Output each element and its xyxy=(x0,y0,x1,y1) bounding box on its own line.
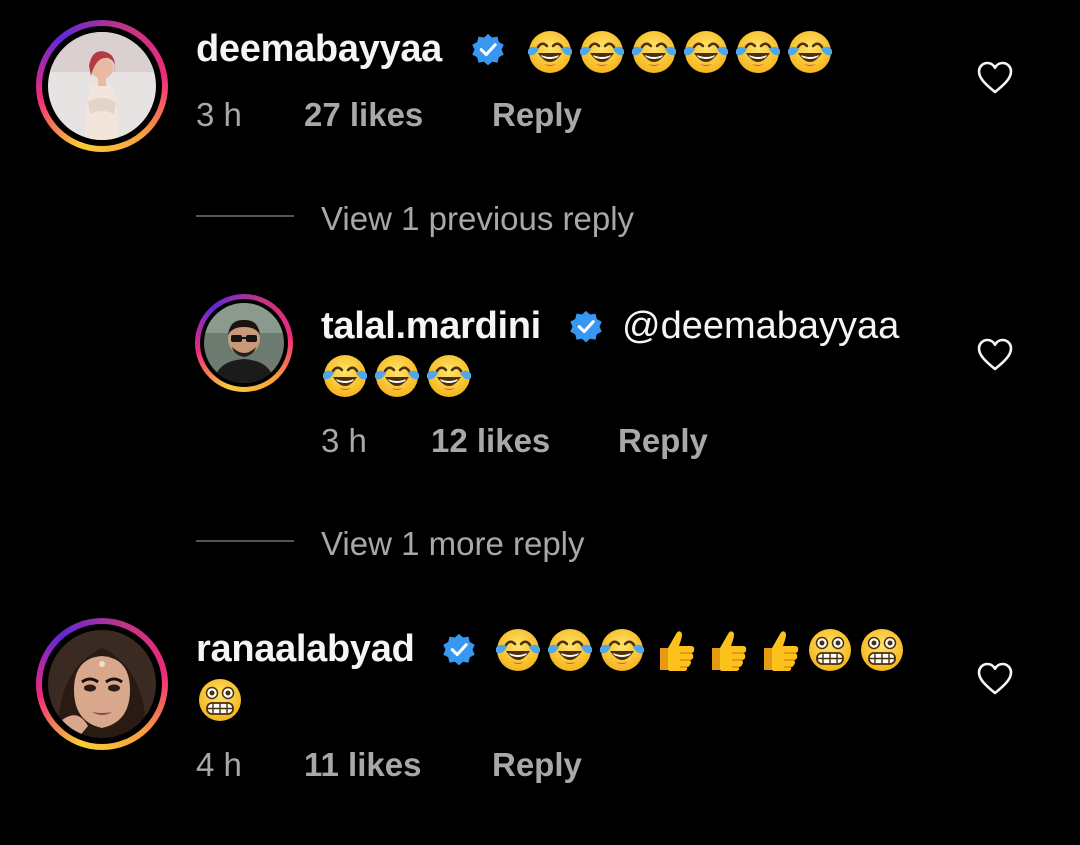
avatar[interactable] xyxy=(48,32,156,140)
reply-button[interactable]: Reply xyxy=(492,96,582,134)
face-with-tears-of-joy-icon xyxy=(734,28,782,76)
comment-timestamp: 3 h xyxy=(321,422,367,459)
thumbs-up-icon xyxy=(754,626,802,674)
thread-divider xyxy=(196,540,294,542)
comment-emoji-text xyxy=(494,626,906,674)
comment-likes-count[interactable]: 11 likes xyxy=(304,746,421,784)
comment-timestamp: 4 h xyxy=(196,746,242,783)
face-with-tears-of-joy-icon xyxy=(630,28,678,76)
verified-badge-icon xyxy=(441,633,477,669)
like-heart-icon[interactable] xyxy=(977,61,1013,95)
comment-username[interactable]: deemabayyaa xyxy=(196,28,442,71)
face-with-tears-of-joy-icon xyxy=(425,352,473,400)
thread-divider xyxy=(196,215,294,217)
face-with-tears-of-joy-icon xyxy=(526,28,574,76)
comment-emoji-text-wrap xyxy=(196,676,244,724)
view-previous-reply-link[interactable]: View 1 previous reply xyxy=(321,200,634,238)
avatar[interactable] xyxy=(48,630,156,738)
comment-likes-count[interactable]: 27 likes xyxy=(304,96,423,134)
grimacing-face-icon xyxy=(858,626,906,674)
comment-username[interactable]: ranaalabyad xyxy=(196,628,415,671)
avatar[interactable] xyxy=(204,303,284,383)
like-heart-icon[interactable] xyxy=(977,338,1013,372)
comment-emoji-text xyxy=(526,28,834,76)
face-with-tears-of-joy-icon xyxy=(373,352,421,400)
mention-link[interactable]: @deemabayyaa xyxy=(622,305,899,348)
face-with-tears-of-joy-icon xyxy=(598,626,646,674)
reply-button[interactable]: Reply xyxy=(618,422,708,460)
comment-username[interactable]: talal.mardini xyxy=(321,305,541,348)
grimacing-face-icon xyxy=(806,626,854,674)
thumbs-up-icon xyxy=(650,626,698,674)
reply-button[interactable]: Reply xyxy=(492,746,582,784)
like-heart-icon[interactable] xyxy=(977,662,1013,696)
face-with-tears-of-joy-icon xyxy=(682,28,730,76)
view-more-reply-link[interactable]: View 1 more reply xyxy=(321,525,585,563)
verified-badge-icon xyxy=(470,33,506,69)
face-with-tears-of-joy-icon xyxy=(578,28,626,76)
comment-timestamp: 3 h xyxy=(196,96,242,133)
comment-likes-count[interactable]: 12 likes xyxy=(431,422,550,460)
face-with-tears-of-joy-icon xyxy=(321,352,369,400)
grimacing-face-icon xyxy=(196,676,244,724)
face-with-tears-of-joy-icon xyxy=(786,28,834,76)
verified-badge-icon xyxy=(568,310,604,346)
face-with-tears-of-joy-icon xyxy=(494,626,542,674)
face-with-tears-of-joy-icon xyxy=(546,626,594,674)
comment-emoji-text xyxy=(321,352,473,400)
thumbs-up-icon xyxy=(702,626,750,674)
